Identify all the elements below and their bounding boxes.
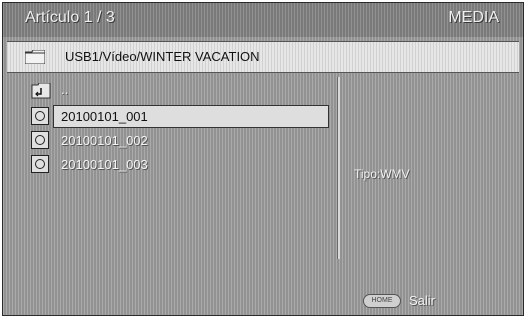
file-name: 20100101_002 — [61, 133, 148, 148]
current-path: USB1/Vídeo/WINTER VACATION — [65, 49, 260, 64]
parent-folder-icon — [31, 83, 51, 99]
list-item[interactable]: 20100101_003 — [27, 153, 329, 176]
home-button-icon: HOME — [363, 294, 401, 308]
video-file-icon — [31, 107, 49, 125]
header-bar: Artículo 1 / 3 MEDIA — [3, 3, 523, 37]
file-name: 20100101_001 — [61, 109, 148, 124]
mode-label: MEDIA — [448, 9, 499, 26]
item-counter: Artículo 1 / 3 — [25, 9, 115, 26]
path-bar: USB1/Vídeo/WINTER VACATION — [7, 41, 519, 73]
media-browser-screen: Artículo 1 / 3 MEDIA USB1/Vídeo/WINTER V… — [2, 2, 524, 316]
file-type-info: Tipo:WMV — [354, 167, 410, 181]
file-list: .. 20100101_001 20100101_002 20100101_00… — [7, 77, 332, 265]
folder-icon — [25, 50, 45, 64]
list-item[interactable]: 20100101_001 — [27, 105, 329, 128]
video-file-icon — [31, 131, 49, 149]
exit-hint-label: Salir — [409, 293, 436, 308]
list-item[interactable]: 20100101_002 — [27, 129, 329, 152]
parent-label: .. — [61, 82, 69, 97]
panel-divider-scrollbar — [337, 77, 340, 259]
file-name: 20100101_003 — [61, 157, 148, 172]
video-file-icon — [31, 155, 49, 173]
list-item-parent[interactable]: .. — [27, 81, 329, 104]
